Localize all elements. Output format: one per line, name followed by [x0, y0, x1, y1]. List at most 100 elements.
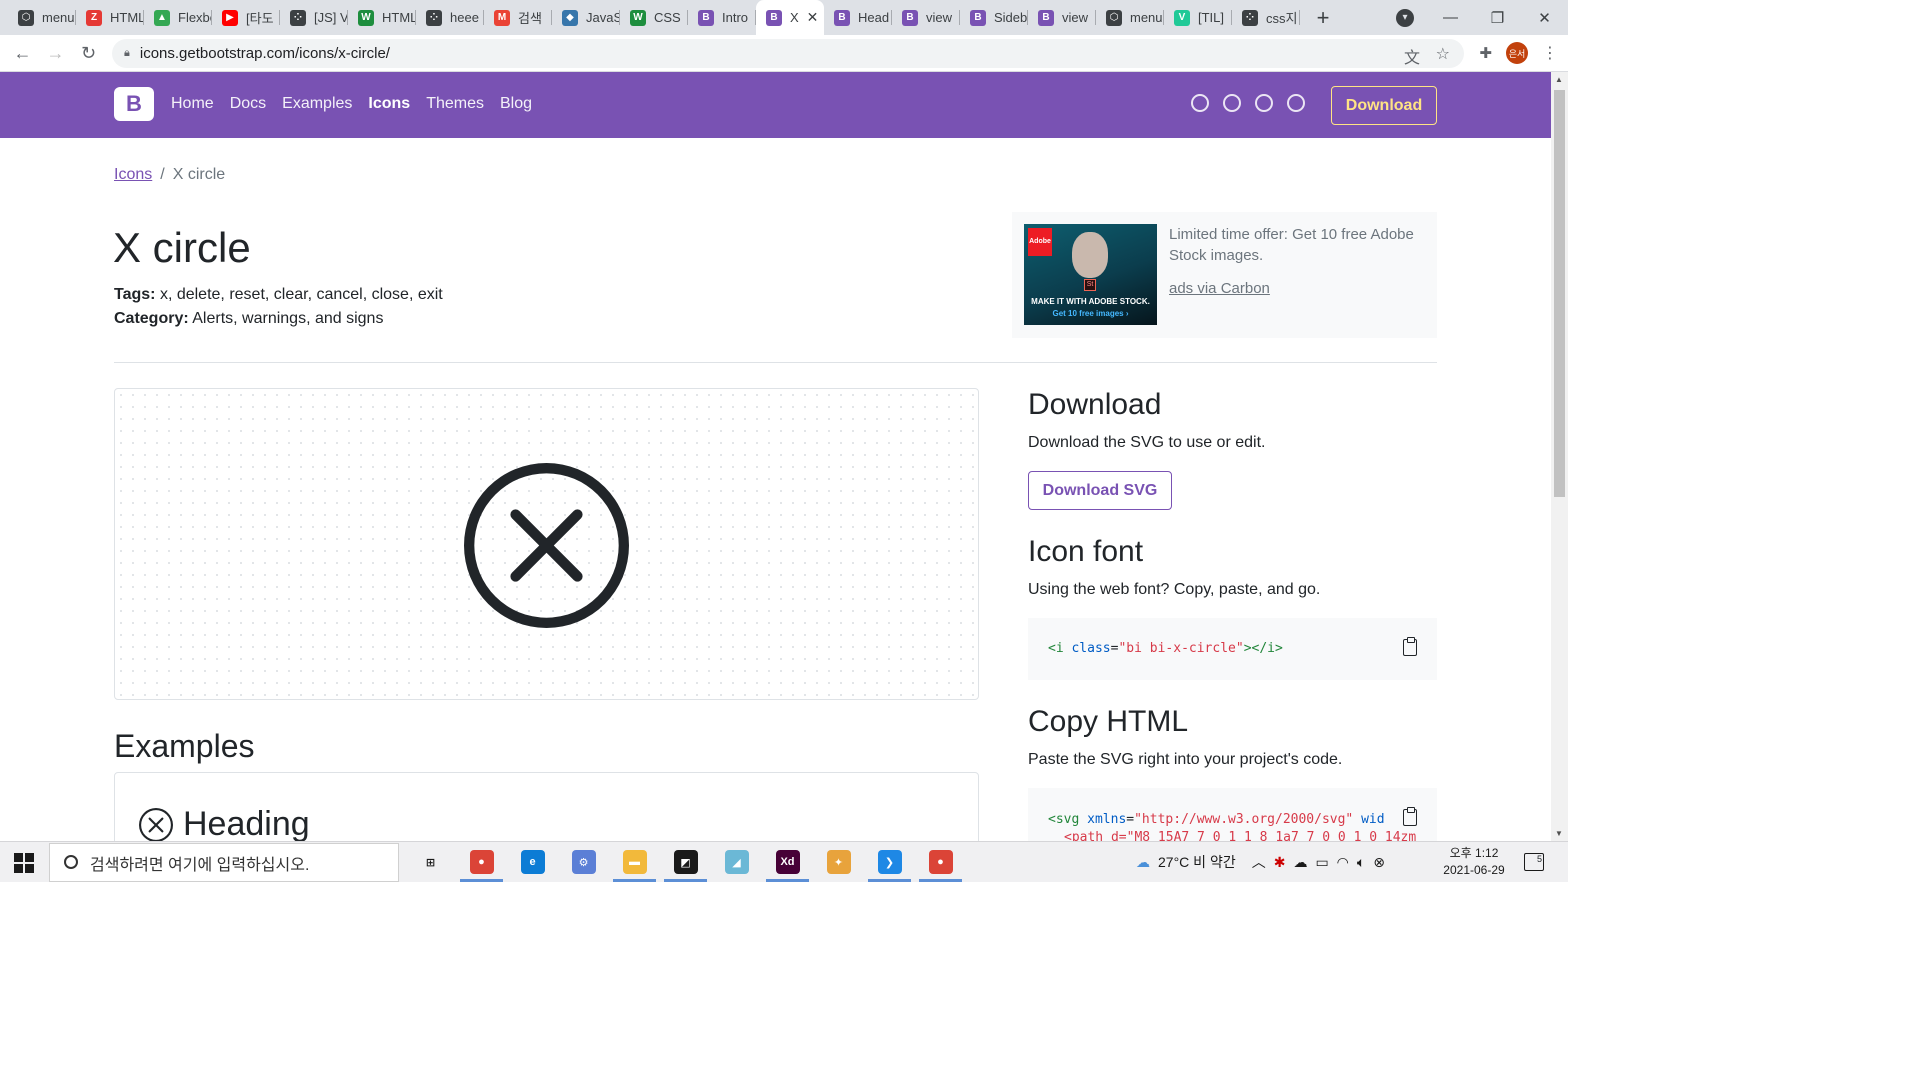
tags-value: x, delete, reset, clear, cancel, close, … — [159, 286, 443, 303]
copy-html-code[interactable]: <svg xmlns="http://www.w3.org/2000/svg" … — [1028, 788, 1437, 841]
nav-link-docs[interactable]: Docs — [230, 95, 266, 113]
browser-tab[interactable]: W CSS — [620, 0, 688, 35]
slack-icon[interactable] — [1287, 94, 1305, 112]
ad-image[interactable]: Adobe St MAKE IT WITH ADOBE STOCK. Get 1… — [1024, 224, 1157, 325]
code-tag: <i — [1048, 641, 1064, 656]
onedrive-icon[interactable]: ☁ — [1293, 854, 1307, 871]
taskbar-app-sticky-notes[interactable]: ◩ — [660, 842, 711, 882]
taskbar-app-app2[interactable]: ✦ — [813, 842, 864, 882]
browser-tab[interactable]: ◆ JavaS — [552, 0, 620, 35]
settings-icon: ⚙ — [571, 850, 596, 874]
scroll-thumb[interactable] — [1554, 90, 1565, 497]
example-box: Heading — [114, 772, 979, 852]
back-icon[interactable]: ← — [6, 43, 39, 64]
close-window-button[interactable]: ✕ — [1521, 9, 1568, 27]
browser-tab[interactable]: W HTML — [348, 0, 416, 35]
system-clock[interactable]: 오후 1:12 2021-06-29 — [1440, 845, 1508, 879]
taskbar-app-app[interactable]: ◢ — [711, 842, 762, 882]
scroll-down-icon[interactable]: ▼ — [1555, 829, 1563, 838]
volume-icon[interactable]: 🔈︎ — [1357, 854, 1365, 871]
wifi-icon[interactable]: ◠ — [1337, 854, 1349, 871]
tab-close-icon[interactable]: ✕ — [807, 9, 819, 26]
forward-icon[interactable]: → — [39, 43, 72, 64]
browser-tab[interactable]: ▶ [타도 — [212, 0, 280, 35]
browser-tab[interactable]: B X ✕ — [756, 0, 824, 35]
restore-button[interactable]: ❐ — [1474, 9, 1521, 27]
taskbar-app-task-view[interactable]: ⊞ — [405, 842, 456, 882]
tab-title: CSS — [654, 10, 681, 25]
tab-favicon-icon: B — [766, 9, 782, 26]
browser-tab[interactable]: ⁘ css지 — [1232, 0, 1300, 35]
tab-search-icon[interactable]: ▾ — [1396, 9, 1414, 27]
taskbar-app-adobe-xd[interactable]: Xd — [762, 842, 813, 882]
browser-tab[interactable]: ⬡ menu — [8, 0, 76, 35]
browser-tab[interactable]: ⬡ menu — [1096, 0, 1164, 35]
tab-title: Sideb — [994, 10, 1028, 25]
taskbar-app-settings[interactable]: ⚙ — [558, 842, 609, 882]
scroll-up-icon[interactable]: ▲ — [1555, 75, 1563, 84]
chrome-menu-icon[interactable]: ⋮ — [1542, 43, 1558, 63]
ime-icon[interactable]: ⊗ — [1373, 854, 1385, 871]
minimize-button[interactable]: — — [1427, 9, 1474, 26]
tab-favicon-icon: ⬡ — [18, 9, 34, 26]
lock-icon[interactable]: 🔒︎ — [124, 47, 130, 60]
tab-favicon-icon: B — [970, 9, 986, 26]
code-value: "bi bi-x-circle" — [1118, 641, 1244, 656]
taskbar-app-chrome-2[interactable]: ● — [915, 842, 966, 882]
browser-tab[interactable]: Bview — [892, 0, 960, 35]
nav-link-examples[interactable]: Examples — [282, 95, 352, 113]
browser-tab[interactable]: V [TIL] — [1164, 0, 1232, 35]
icon-font-desc: Using the web font? Copy, paste, and go. — [1028, 581, 1321, 598]
browser-tab[interactable]: Bview — [1028, 0, 1096, 35]
nav-download-button[interactable]: Download — [1331, 86, 1437, 125]
browser-tab[interactable]: Z HTML — [76, 0, 144, 35]
browser-tab[interactable]: B Head — [824, 0, 892, 35]
page-scrollbar[interactable]: ▲ ▼ — [1551, 72, 1568, 841]
taskbar-search[interactable]: 검색하려면 여기에 입력하십시오. — [49, 843, 399, 882]
new-tab-button[interactable]: + — [1308, 5, 1338, 31]
extensions-puzzle-icon[interactable]: ✚ — [1479, 44, 1492, 62]
download-svg-button[interactable]: Download SVG — [1028, 471, 1172, 510]
browser-tab[interactable]: ⁘ [JS] V — [280, 0, 348, 35]
copy-clipboard-icon[interactable] — [1403, 807, 1417, 826]
profile-avatar[interactable]: 은서 — [1506, 42, 1528, 64]
taskbar-app-vscode[interactable]: ❯ — [864, 842, 915, 882]
browser-tab[interactable]: ⁘ heee — [416, 0, 484, 35]
weather-text[interactable]: 27°C 비 약간 — [1158, 852, 1236, 872]
taskbar-app-edge[interactable]: e — [507, 842, 558, 882]
browser-tab[interactable]: B Sideb — [960, 0, 1028, 35]
bootstrap-logo[interactable]: B — [114, 87, 154, 121]
battery-icon[interactable]: ▭ — [1315, 854, 1328, 871]
opencollective-icon[interactable] — [1255, 94, 1273, 112]
github-icon[interactable] — [1191, 94, 1209, 112]
ad-text[interactable]: Limited time offer: Get 10 free Adobe St… — [1169, 224, 1427, 266]
bookmark-star-icon[interactable]: ☆ — [1436, 44, 1450, 64]
translate-icon[interactable]: 文 — [1404, 44, 1420, 68]
chrome-2-icon: ● — [928, 850, 953, 874]
address-bar[interactable]: 🔒︎ icons.getbootstrap.com/icons/x-circle… — [112, 39, 1464, 68]
taskbar-app-file-explorer[interactable]: ▬ — [609, 842, 660, 882]
site-navbar: B Home Docs Examples Icons Themes Blog Downlo… — [0, 72, 1551, 138]
taskbar-app-chrome[interactable]: ● — [456, 842, 507, 882]
nav-link-blog[interactable]: Blog — [500, 95, 532, 113]
ad-carbon-link[interactable]: ads via Carbon — [1169, 280, 1270, 297]
browser-tab[interactable]: ▲ Flexbox — [144, 0, 212, 35]
tray-app-icon[interactable]: ✱ — [1274, 854, 1286, 871]
nav-link-icons[interactable]: Icons — [368, 95, 410, 113]
tab-favicon-icon: W — [630, 9, 646, 26]
browser-tab[interactable]: B Intro — [688, 0, 756, 35]
browser-tab[interactable]: M 검색 — [484, 0, 552, 35]
notification-center-icon[interactable]: 5 — [1524, 853, 1544, 871]
breadcrumb-icons-link[interactable]: Icons — [114, 166, 152, 184]
nav-link-themes[interactable]: Themes — [426, 95, 484, 113]
windows-start-icon[interactable] — [14, 853, 34, 873]
reload-icon[interactable]: ↻ — [72, 43, 105, 64]
app2-icon: ✦ — [826, 850, 851, 874]
weather-icon[interactable]: ☁ — [1136, 854, 1150, 871]
copy-clipboard-icon[interactable] — [1403, 637, 1417, 656]
twitter-icon[interactable] — [1223, 94, 1241, 112]
icon-font-code[interactable]: <i class="bi bi-x-circle"></i> — [1028, 618, 1437, 680]
tray-chevron-icon[interactable]: ︿ — [1252, 852, 1266, 872]
nav-link-home[interactable]: Home — [171, 95, 214, 113]
url-text[interactable]: icons.getbootstrap.com/icons/x-circle/ — [140, 45, 390, 62]
